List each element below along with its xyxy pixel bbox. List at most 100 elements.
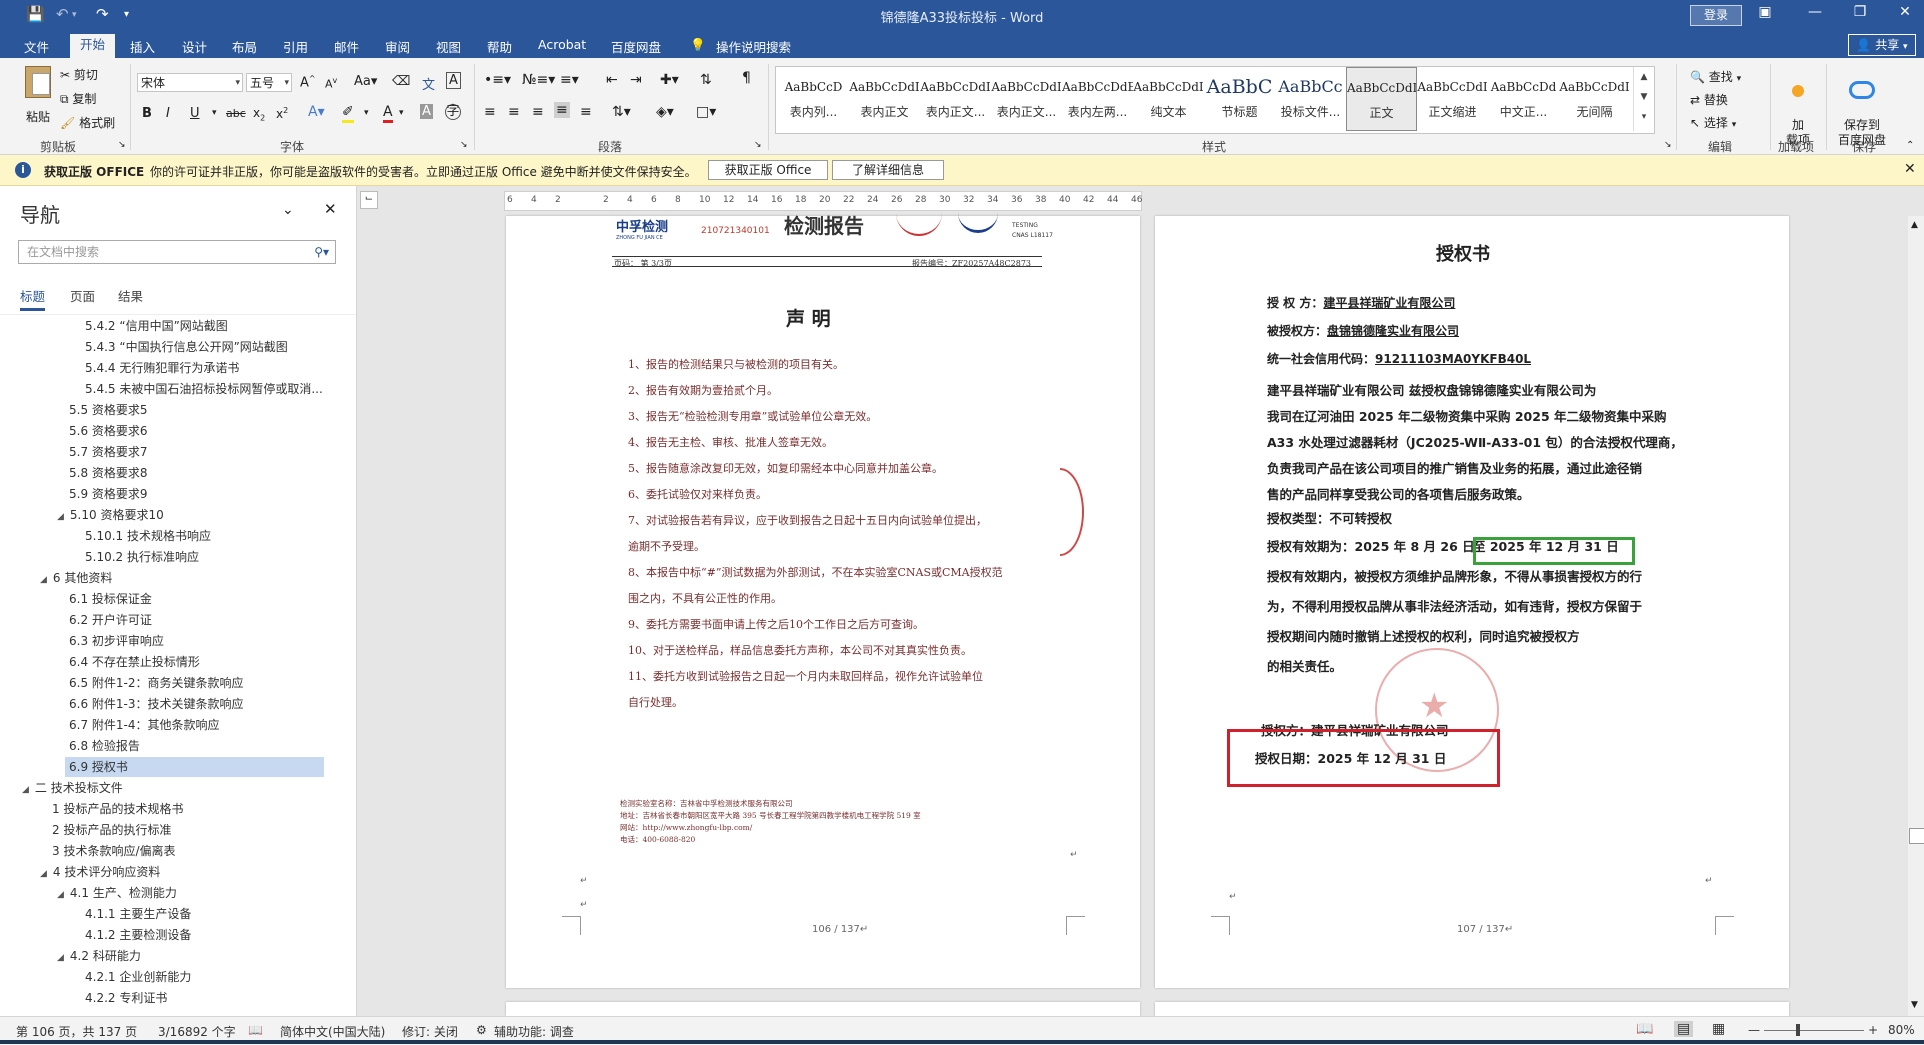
bullets-icon[interactable]: •≡▾ bbox=[484, 72, 511, 88]
nav-heading-item[interactable]: 5.4.4 无行贿犯罪行为承诺书 bbox=[81, 358, 239, 378]
nav-search-input[interactable]: 在文档中搜索 ⚲▾ bbox=[18, 240, 336, 264]
learn-more-button[interactable]: 了解详细信息 bbox=[832, 160, 944, 180]
scroll-down-icon[interactable]: ▼ bbox=[1911, 1000, 1918, 1010]
search-icon[interactable]: ⚲▾ bbox=[314, 241, 329, 263]
addins-button[interactable]: 加 载项 bbox=[1778, 66, 1818, 148]
style-item[interactable]: AaBbCcDdI 纯文本 bbox=[1133, 67, 1204, 131]
select-button[interactable]: ↖ 选择 ▾ bbox=[1690, 114, 1736, 131]
align-center-icon[interactable]: ≡ bbox=[508, 104, 520, 120]
bold-icon[interactable]: B bbox=[142, 106, 152, 121]
nav-heading-item[interactable]: 6.4 不存在禁止投标情形 bbox=[65, 652, 200, 672]
tab-file[interactable]: 文件 bbox=[24, 37, 49, 56]
enclose-char-icon[interactable]: 字 bbox=[445, 104, 461, 120]
horizontal-ruler[interactable]: 6 4 2 2 4 6 8 10 12 14 16 18 20 22 24 26 28 30 32 34 36 38 40 4… bbox=[504, 191, 1142, 211]
word-count[interactable]: 3/16892 个字 bbox=[158, 1023, 236, 1040]
zoom-level[interactable]: 80% bbox=[1888, 1023, 1915, 1037]
tab-home[interactable]: 开始 bbox=[70, 34, 116, 58]
page-106[interactable]: 中孚检测 ZHONG FU JIAN CE 210721340101 检测报告 … bbox=[506, 214, 1140, 988]
change-case-icon[interactable]: Aa▾ bbox=[354, 74, 377, 89]
shading-icon[interactable]: ◈▾ bbox=[656, 104, 674, 120]
nav-heading-item[interactable]: 3 技术条款响应/偏离表 bbox=[48, 841, 176, 861]
nav-heading-item[interactable]: 2 投标产品的执行标准 bbox=[48, 820, 171, 840]
tab-mailings[interactable]: 邮件 bbox=[334, 37, 359, 56]
scroll-thumb[interactable] bbox=[1909, 828, 1924, 844]
nav-heading-item[interactable]: 6.5 附件1-2：商务关键条款响应 bbox=[65, 673, 244, 693]
tab-acrobat[interactable]: Acrobat bbox=[538, 37, 586, 52]
vertical-scrollbar[interactable]: ▲ ▼ bbox=[1908, 216, 1924, 1016]
zoom-out-icon[interactable]: — bbox=[1748, 1023, 1760, 1037]
paragraph-launcher-icon[interactable]: ↘ bbox=[754, 140, 762, 150]
nav-tab-results[interactable]: 结果 bbox=[118, 286, 143, 305]
styles-launcher-icon[interactable]: ↘ bbox=[1664, 140, 1672, 150]
text-effects-icon[interactable]: A▾ bbox=[308, 104, 325, 120]
distributed-icon[interactable]: ≡ bbox=[580, 104, 592, 120]
nav-heading-item[interactable]: ◢ 4.1 生产、检测能力 bbox=[53, 883, 177, 903]
justify-icon[interactable]: ≡ bbox=[554, 102, 570, 118]
nav-heading-item[interactable]: 5.4.3 “中国执行信息公开网”网站截图 bbox=[81, 337, 288, 357]
borders-icon[interactable]: □▾ bbox=[696, 104, 716, 120]
sort-icon[interactable]: ⇅ bbox=[700, 72, 712, 88]
close-icon[interactable]: ✕ bbox=[1890, 4, 1920, 20]
nav-heading-item[interactable]: 5.10.2 执行标准响应 bbox=[81, 547, 199, 567]
copy-button[interactable]: ⧉ 复制 bbox=[60, 90, 96, 107]
shrink-font-icon[interactable]: Av bbox=[325, 76, 337, 91]
collapse-triangle-icon[interactable]: ◢ bbox=[57, 512, 64, 522]
font-name-combo[interactable]: 宋体 ▾ bbox=[137, 73, 243, 92]
style-item[interactable]: AaBbCc 投标文件... bbox=[1275, 67, 1346, 131]
find-button[interactable]: 🔍 查找 ▾ bbox=[1690, 68, 1741, 85]
replace-button[interactable]: ⇄ 替换 bbox=[1690, 91, 1728, 108]
tab-layout[interactable]: 布局 bbox=[232, 37, 257, 56]
highlight-dropdown-icon[interactable]: ▾ bbox=[364, 108, 369, 118]
ribbon-display-icon[interactable]: ▣ bbox=[1750, 4, 1780, 20]
style-item[interactable]: AaBbCcD 表内列... bbox=[778, 67, 849, 131]
share-button[interactable]: 👤 共享 ▾ bbox=[1848, 34, 1916, 56]
subscript-icon[interactable]: x2 bbox=[253, 106, 265, 122]
collapse-triangle-icon[interactable]: ◢ bbox=[22, 785, 29, 795]
nav-heading-item[interactable]: 4.2.2 专利证书 bbox=[81, 988, 167, 1008]
tab-selector[interactable]: ⌙ bbox=[360, 191, 378, 209]
nav-heading-item[interactable]: ◢ 5.10 资格要求10 bbox=[53, 505, 164, 525]
styles-gallery[interactable]: AaBbCcD 表内列... AaBbCcDdI 表内正文 AaBbCcDdI 表内正文.… bbox=[775, 66, 1655, 134]
font-size-combo[interactable]: 五号 ▾ bbox=[246, 73, 292, 92]
nav-heading-item[interactable]: ◢ 4.2 科研能力 bbox=[53, 946, 141, 966]
style-item[interactable]: AaBbCcDdI 正文缩进 bbox=[1417, 67, 1488, 131]
clear-format-icon[interactable]: ⌫ bbox=[392, 74, 410, 89]
print-layout-icon[interactable]: ▤ bbox=[1674, 1021, 1694, 1037]
paste-button[interactable]: 粘贴 bbox=[18, 66, 58, 125]
save-baidu-button[interactable]: 保存到 百度网盘 bbox=[1834, 64, 1890, 148]
nav-heading-item[interactable]: 4.1.1 主要生产设备 bbox=[81, 904, 191, 924]
chinese-layout-icon[interactable]: ✚▾ bbox=[660, 72, 679, 88]
underline-icon[interactable]: U bbox=[190, 106, 200, 121]
increase-indent-icon[interactable]: ⇥ bbox=[630, 72, 642, 88]
nav-heading-item[interactable]: 5.4.2 “信用中国”网站截图 bbox=[81, 316, 228, 336]
nav-heading-item[interactable]: 1 投标产品的技术规格书 bbox=[48, 799, 183, 819]
login-button[interactable]: 登录 bbox=[1690, 5, 1742, 26]
collapse-triangle-icon[interactable]: ◢ bbox=[40, 575, 47, 585]
read-mode-icon[interactable]: 📖 bbox=[1636, 1021, 1653, 1037]
nav-heading-item[interactable]: 6.2 开户许可证 bbox=[65, 610, 152, 630]
page-count[interactable]: 第 106 页，共 137 页 bbox=[16, 1023, 137, 1040]
web-layout-icon[interactable]: ▦ bbox=[1712, 1021, 1725, 1037]
nav-heading-item[interactable]: ◢ 6 其他资料 bbox=[36, 568, 112, 588]
minimize-icon[interactable]: — bbox=[1800, 4, 1830, 20]
grow-font-icon[interactable]: A^ bbox=[300, 74, 316, 90]
collapse-ribbon-icon[interactable]: ⌃ bbox=[1906, 140, 1914, 151]
close-icon[interactable]: ✕ bbox=[324, 200, 337, 218]
nav-heading-item[interactable]: ◢ 4 技术评分响应资料 bbox=[36, 862, 160, 882]
styles-scroll[interactable]: ▲ ▼ ▾ bbox=[1633, 67, 1654, 131]
underline-dropdown-icon[interactable]: ▾ bbox=[212, 108, 217, 118]
format-painter-button[interactable]: 🖌 格式刷 bbox=[60, 114, 115, 131]
zoom-in-icon[interactable]: + bbox=[1868, 1023, 1878, 1037]
zoom-slider-thumb[interactable] bbox=[1796, 1024, 1800, 1036]
nav-heading-item[interactable]: ◢ 二 技术投标文件 bbox=[18, 778, 123, 798]
tab-baidu-netdisk[interactable]: 百度网盘 bbox=[611, 37, 661, 56]
nav-heading-item[interactable]: 6.9 授权书 bbox=[65, 757, 324, 777]
italic-icon[interactable]: I bbox=[166, 106, 170, 121]
tab-references[interactable]: 引用 bbox=[283, 37, 308, 56]
font-launcher-icon[interactable]: ↘ bbox=[460, 140, 468, 150]
style-item[interactable]: AaBbCcDdI 正文 bbox=[1346, 67, 1417, 131]
nav-heading-item[interactable]: 6.3 初步评审响应 bbox=[65, 631, 164, 651]
style-item[interactable]: AaBbC 节标题 bbox=[1204, 67, 1275, 131]
nav-heading-item[interactable]: 6.6 附件1-3：技术关键条款响应 bbox=[65, 694, 244, 714]
style-item[interactable]: AaBbCcDdI 表内正文 bbox=[849, 67, 920, 131]
